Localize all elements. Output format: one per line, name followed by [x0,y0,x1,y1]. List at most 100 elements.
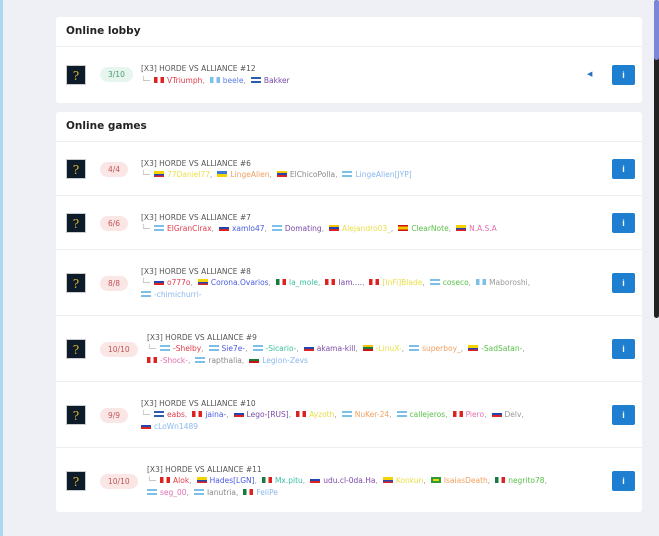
player[interactable]: LingeAlien[JYP] [342,170,412,179]
info-button[interactable]: i [612,405,635,425]
player[interactable]: -LinuX-, [362,344,404,353]
player-name[interactable]: udu.cl-0da.Ha [323,476,375,485]
player-name[interactable]: Alejandro03_ [342,224,391,233]
player[interactable]: Delv, [491,410,524,419]
player[interactable]: [InFi]Blade, [369,278,425,287]
player[interactable]: -chimichurri- [141,290,202,299]
player-name[interactable]: cLoWn1489 [154,422,198,431]
player[interactable]: N.A.S.A [456,224,497,233]
player-name[interactable]: LingeAlien [230,170,269,179]
player-name[interactable]: Sie7e- [222,344,246,353]
player-name[interactable]: la_mole [289,278,318,287]
player-name[interactable]: callejeros [410,410,446,419]
player[interactable]: Alok, [160,476,192,485]
player-name[interactable]: Ianutria [207,488,236,497]
player-name[interactable]: LingeAlien[JYP] [355,170,411,179]
player[interactable]: Corona.Ovarios, [197,278,271,287]
player-name[interactable]: Bakker [264,76,290,85]
player-name[interactable]: ClearNote [411,224,448,233]
player[interactable]: NuKer-24, [341,410,392,419]
player-name[interactable]: Iam.... [338,278,362,287]
game-row[interactable]: ? 3/10 [X3] HORDE VS ALLIANCE #12 └─ VTriump… [56,47,642,102]
game-row[interactable]: ? 4/4 [X3] HORDE VS ALLIANCE #6 └─ 77Daniel7… [56,142,642,196]
player[interactable]: LingeAlien, [217,170,272,179]
player[interactable]: seg_00, [147,488,189,497]
player[interactable]: negrito78, [495,476,547,485]
player[interactable]: akama-kill, [303,344,358,353]
player[interactable]: Sie7e-, [208,344,248,353]
player[interactable]: rapthalia, [195,356,244,365]
player-name[interactable]: Legion-Zevs [262,356,308,365]
game-row[interactable]: ? 10/10 [X3] HORDE VS ALLIANCE #11 └─ Alok, H… [56,448,642,514]
player[interactable]: IsaiasDeath, [430,476,490,485]
player-name[interactable]: Corona.Ovarios [211,278,269,287]
player[interactable]: ElGranCirax, [154,224,214,233]
scrollbar-thumb[interactable] [654,0,659,60]
player-name[interactable]: o777o [167,278,191,287]
player-name[interactable]: ElGranCirax [167,224,212,233]
player-name[interactable]: IsaiasDeath [444,476,488,485]
player[interactable]: Mx.pitu, [261,476,305,485]
info-button[interactable]: i [612,339,635,359]
game-row[interactable]: ? 10/10 [X3] HORDE VS ALLIANCE #9 └─ -Shelby… [56,316,642,382]
player[interactable]: Piero, [452,410,487,419]
player[interactable]: -SadSatan-, [468,344,525,353]
player-name[interactable]: VTriumph [167,76,202,85]
player-name[interactable]: Konkun [396,476,424,485]
player-name[interactable]: [InFi]Blade [382,278,422,287]
player-name[interactable]: N.A.S.A [469,224,497,233]
player[interactable]: Konkun, [382,476,426,485]
player-name[interactable]: -chimichurri- [154,290,202,299]
player[interactable]: udu.cl-0da.Ha, [310,476,378,485]
player-name[interactable]: Maboroshi [489,278,528,287]
player[interactable]: ElChicoPolla, [276,170,337,179]
player-name[interactable]: beele [223,76,244,85]
player-name[interactable]: -Shock- [160,356,188,365]
player[interactable]: Domating, [271,224,324,233]
player-name[interactable]: -Sicario- [266,344,297,353]
player-name[interactable]: xamlo47 [232,224,265,233]
player[interactable]: Ianutria, [193,488,238,497]
player[interactable]: Bakker [250,76,290,85]
info-button[interactable]: i [612,471,635,491]
player-name[interactable]: Delv [505,410,522,419]
player[interactable]: eabs, [154,410,187,419]
player[interactable]: callejeros, [396,410,448,419]
player-name[interactable]: FeliPe [256,488,278,497]
player-name[interactable]: Domating [285,224,322,233]
sound-icon[interactable]: ◀ [587,70,592,78]
player-name[interactable]: eabs [167,410,185,419]
player[interactable]: coseco, [429,278,471,287]
player[interactable]: 77Daniel77, [154,170,212,179]
player[interactable]: Legion-Zevs [249,356,308,365]
player-name[interactable]: -LinuX- [376,344,402,353]
player-name[interactable]: jaina- [205,410,226,419]
player-name[interactable]: -SadSatan- [481,344,522,353]
player-name[interactable]: superboy_ [422,344,461,353]
player-name[interactable]: -Shelby [173,344,201,353]
game-row[interactable]: ? 8/8 [X3] HORDE VS ALLIANCE #8 └─ o777o, Cor… [56,250,642,316]
player-name[interactable]: 77Daniel77 [167,170,210,179]
player[interactable]: jaina-, [192,410,229,419]
player[interactable]: Alejandro03_, [329,224,393,233]
scrollbar[interactable] [654,0,659,318]
game-row[interactable]: ? 9/9 [X3] HORDE VS ALLIANCE #10 └─ eabs, jai… [56,382,642,448]
info-button[interactable]: i [612,159,635,179]
player[interactable]: VTriumph, [154,76,205,85]
player-name[interactable]: Piero [466,410,485,419]
info-button[interactable]: i [612,213,635,233]
info-button[interactable]: i [612,273,635,293]
player-name[interactable]: Hades[LGN] [210,476,255,485]
player-name[interactable]: Lego-[RUS] [247,410,289,419]
player[interactable]: -Shock-, [147,356,190,365]
player[interactable]: FeliPe [243,488,278,497]
player-name[interactable]: Alok [173,476,189,485]
player-name[interactable]: Ayzoth [309,410,334,419]
player[interactable]: o777o, [154,278,193,287]
player[interactable]: Iam...., [325,278,364,287]
player[interactable]: la_mole, [275,278,320,287]
player[interactable]: xamlo47, [218,224,267,233]
player-name[interactable]: ElChicoPolla [290,170,335,179]
player-name[interactable]: akama-kill [317,344,356,353]
player-name[interactable]: seg_00 [160,488,187,497]
